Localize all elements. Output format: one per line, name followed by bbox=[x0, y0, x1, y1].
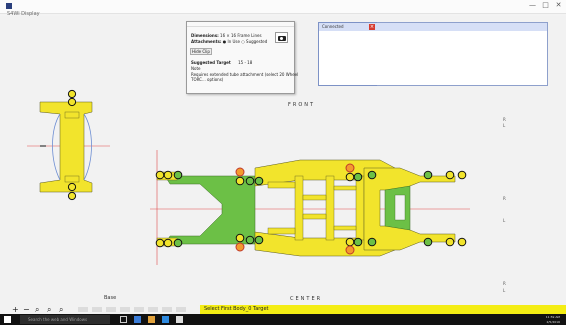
left-marker-label: L bbox=[503, 123, 506, 128]
store-icon[interactable] bbox=[162, 316, 169, 323]
chassis-plan-view bbox=[156, 159, 456, 257]
file-explorer-icon[interactable] bbox=[148, 316, 155, 323]
application-window: S4Wi Display — □ ✕ FRONT CENTER Base R L… bbox=[0, 0, 566, 325]
target-row: Suggested Target 15 - 18 bbox=[191, 60, 252, 65]
base-label: Base bbox=[104, 295, 117, 301]
disabled-tool-icon bbox=[134, 307, 144, 312]
dimensions-row: Dimensions: 16 × 16 Frame Lines bbox=[191, 33, 262, 38]
magnify-icon[interactable]: ⌕ bbox=[35, 305, 39, 314]
dialog-titlebar bbox=[187, 22, 294, 27]
zoom-fit-icon[interactable]: ⌕ bbox=[59, 305, 63, 314]
format-label: Frame Lines bbox=[237, 33, 262, 38]
target-dialog: Dimensions: 16 × 16 Frame Lines Attachme… bbox=[186, 21, 298, 94]
taskbar-search-input[interactable]: Search the web and Windows bbox=[20, 315, 110, 324]
disabled-tool-icon bbox=[92, 307, 102, 312]
disabled-tool-icon bbox=[106, 307, 116, 312]
disabled-tool-icon bbox=[78, 307, 88, 312]
zoom-region-icon[interactable]: ⌕ bbox=[47, 305, 51, 314]
close-icon[interactable]: × bbox=[369, 24, 375, 30]
minimize-button[interactable]: — bbox=[528, 1, 537, 10]
front-label: FRONT bbox=[288, 102, 316, 108]
close-button[interactable]: ✕ bbox=[554, 1, 563, 10]
connected-panel: Connected × bbox=[318, 22, 378, 86]
maximize-button[interactable]: □ bbox=[541, 1, 550, 10]
clock-date: 2/5/2016 bbox=[546, 319, 560, 324]
option-suggested-label: Suggested bbox=[246, 39, 268, 44]
zoom-in-button[interactable]: + bbox=[12, 305, 19, 314]
disabled-tool-icon bbox=[162, 307, 172, 312]
attachments-label: Attachments: bbox=[191, 39, 222, 44]
camera-icon[interactable] bbox=[275, 32, 288, 43]
right-marker-label: R bbox=[503, 281, 506, 286]
edge-icon[interactable] bbox=[134, 316, 141, 323]
clock-time: 11:59 AM bbox=[545, 315, 560, 319]
app-taskbar-icon[interactable] bbox=[176, 316, 183, 323]
disabled-tool-icon bbox=[120, 307, 130, 312]
target-value: 15 - 18 bbox=[238, 60, 253, 65]
system-clock[interactable]: 11:59 AM 2/5/2016 bbox=[546, 315, 560, 324]
zoom-out-button[interactable]: − bbox=[23, 305, 30, 314]
left-marker-label: L bbox=[503, 218, 506, 223]
bottom-toolbar: + − ⌕ ⌕ ⌕ Select First Body_0 Target bbox=[0, 305, 566, 314]
disabled-tool-icon bbox=[148, 307, 158, 312]
disabled-tool-icon bbox=[176, 307, 186, 312]
dimensions-label: Dimensions: bbox=[191, 33, 219, 38]
info-panel bbox=[377, 22, 548, 86]
note-label: Note bbox=[191, 66, 201, 71]
note-line-2: TORC... options) bbox=[191, 77, 224, 82]
windows-taskbar: Search the web and Windows 11:59 AM 2/5/… bbox=[0, 314, 566, 325]
right-marker-label: R bbox=[503, 196, 506, 201]
target-label: Suggested Target bbox=[191, 60, 231, 65]
right-marker-label: R bbox=[503, 117, 506, 122]
status-message: Select First Body_0 Target bbox=[200, 305, 566, 314]
left-marker-label: L bbox=[503, 288, 506, 293]
info-panel-titlebar bbox=[377, 23, 547, 31]
center-label: CENTER bbox=[290, 296, 323, 302]
dimensions-value[interactable]: 16 × 16 bbox=[220, 33, 236, 38]
attachments-row: Attachments: ● In Use ○ Suggested bbox=[191, 39, 267, 44]
windows-start-icon[interactable] bbox=[4, 316, 11, 323]
hide-clip-button[interactable]: Hide Clip bbox=[190, 48, 212, 55]
title-bar: S4Wi Display — □ ✕ bbox=[0, 0, 566, 17]
task-view-icon[interactable] bbox=[120, 316, 127, 323]
option-in-use-label: In Use bbox=[227, 39, 240, 44]
app-icon bbox=[6, 3, 12, 9]
side-view bbox=[39, 89, 93, 201]
